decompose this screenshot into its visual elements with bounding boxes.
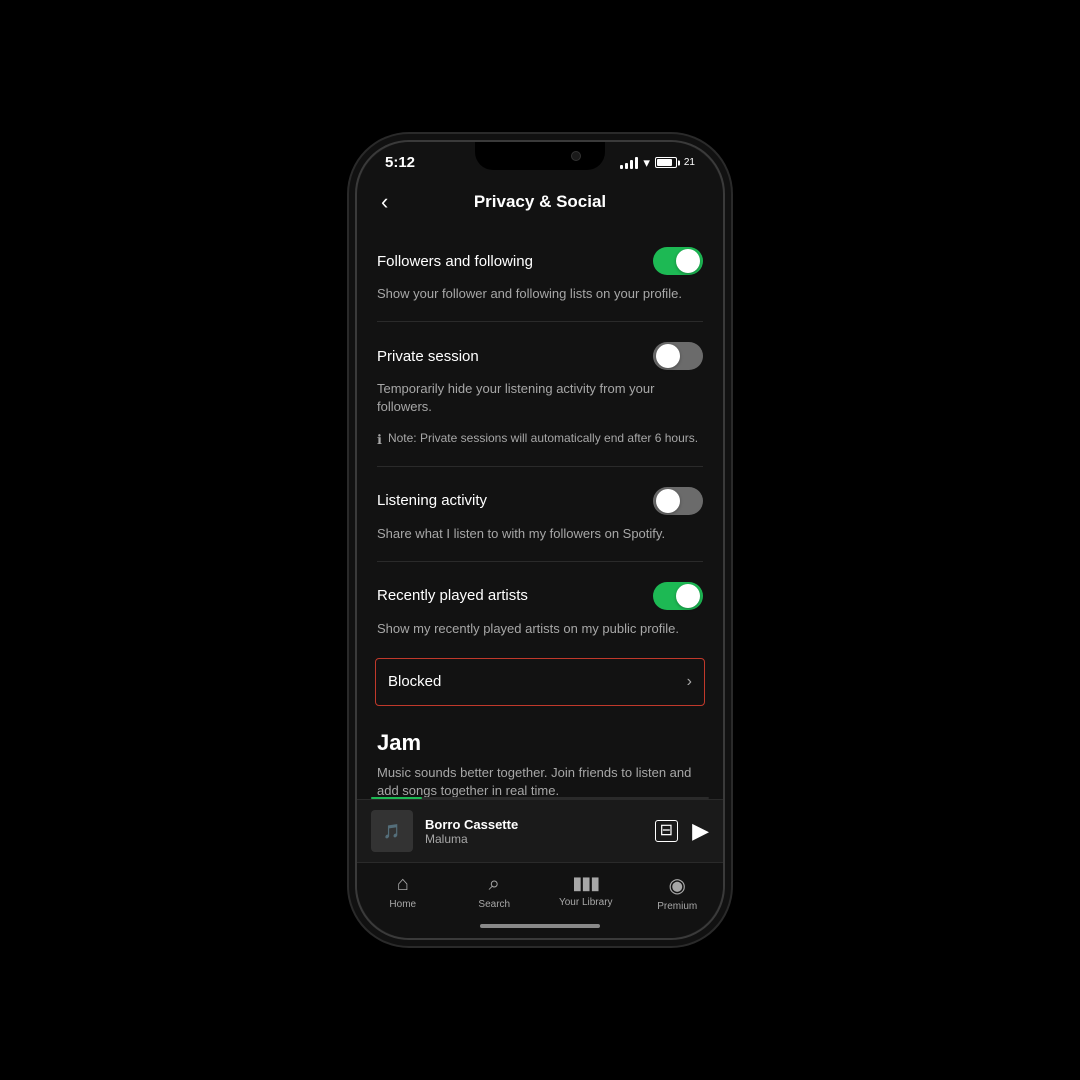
recently-played-label: Recently played artists [377, 587, 528, 604]
private-session-desc: Temporarily hide your listening activity… [377, 380, 703, 430]
page-header: ‹ Privacy & Social [357, 175, 723, 231]
page-title: Privacy & Social [474, 192, 606, 212]
track-artist: Maluma [425, 832, 643, 846]
track-name: Borro Cassette [425, 817, 643, 832]
nav-search[interactable]: ⌕ Search [464, 873, 524, 910]
divider-2 [377, 466, 703, 467]
home-icon: ⌂ [397, 873, 409, 896]
private-session-label: Private session [377, 348, 479, 365]
nav-library[interactable]: ▮▮▮ Your Library [556, 873, 616, 908]
private-session-toggle[interactable] [653, 342, 703, 370]
nav-search-label: Search [478, 899, 510, 910]
followers-desc: Show your follower and following lists o… [377, 285, 703, 317]
phone-screen: 5:12 ▾ 21 ‹ Privacy & Social [357, 142, 723, 938]
search-icon: ⌕ [489, 873, 500, 896]
connect-device-icon[interactable]: ⊟ [655, 820, 678, 842]
nav-premium[interactable]: ◉ Premium [647, 873, 707, 912]
recently-played-toggle[interactable] [653, 582, 703, 610]
followers-toggle[interactable] [653, 247, 703, 275]
battery-icon: 21 [655, 157, 695, 168]
private-session-note-text: Note: Private sessions will automaticall… [388, 431, 698, 445]
listening-activity-row: Listening activity [377, 471, 703, 525]
listening-activity-label: Listening activity [377, 492, 487, 509]
listening-activity-desc: Share what I listen to with my followers… [377, 525, 703, 557]
phone-frame: 5:12 ▾ 21 ‹ Privacy & Social [355, 140, 725, 940]
info-icon: ℹ [377, 432, 382, 448]
blocked-row[interactable]: Blocked › [375, 658, 705, 706]
wifi-icon: ▾ [643, 155, 650, 171]
play-button[interactable]: ▶ [692, 818, 709, 844]
battery-level: 21 [684, 157, 695, 168]
private-session-row: Private session [377, 326, 703, 380]
blocked-chevron-icon: › [687, 673, 692, 691]
jam-desc: Music sounds better together. Join frien… [377, 764, 703, 797]
followers-setting-row: Followers and following [377, 231, 703, 285]
settings-content: Followers and following Show your follow… [357, 231, 723, 797]
nav-home-label: Home [389, 899, 416, 910]
recently-played-desc: Show my recently played artists on my pu… [377, 620, 703, 652]
now-playing-section: 🎵 Borro Cassette Maluma ⊟ ▶ [357, 797, 723, 862]
library-icon: ▮▮▮ [572, 873, 599, 894]
followers-label: Followers and following [377, 253, 533, 270]
signal-icon [620, 157, 638, 169]
back-button[interactable]: ‹ [377, 185, 392, 219]
playback-controls: ⊟ ▶ [655, 818, 709, 844]
bottom-nav: ⌂ Home ⌕ Search ▮▮▮ Your Library ◉ Premi… [357, 862, 723, 918]
notch [475, 142, 605, 170]
status-icons: ▾ 21 [620, 155, 695, 171]
home-bar [480, 924, 600, 928]
premium-icon: ◉ [669, 873, 686, 898]
front-camera [571, 151, 581, 161]
divider-3 [377, 561, 703, 562]
now-playing-bar[interactable]: 🎵 Borro Cassette Maluma ⊟ ▶ [357, 799, 723, 862]
private-session-note: ℹ Note: Private sessions will automatica… [377, 431, 703, 462]
status-time: 5:12 [385, 154, 415, 171]
nav-premium-label: Premium [657, 901, 697, 912]
track-art: 🎵 [371, 810, 413, 852]
divider-1 [377, 321, 703, 322]
home-indicator [357, 918, 723, 938]
jam-heading: Jam [377, 712, 703, 764]
track-info: Borro Cassette Maluma [413, 817, 655, 846]
blocked-label: Blocked [388, 673, 441, 690]
listening-activity-toggle[interactable] [653, 487, 703, 515]
recently-played-row: Recently played artists [377, 566, 703, 620]
nav-home[interactable]: ⌂ Home [373, 873, 433, 910]
nav-library-label: Your Library [559, 897, 613, 908]
